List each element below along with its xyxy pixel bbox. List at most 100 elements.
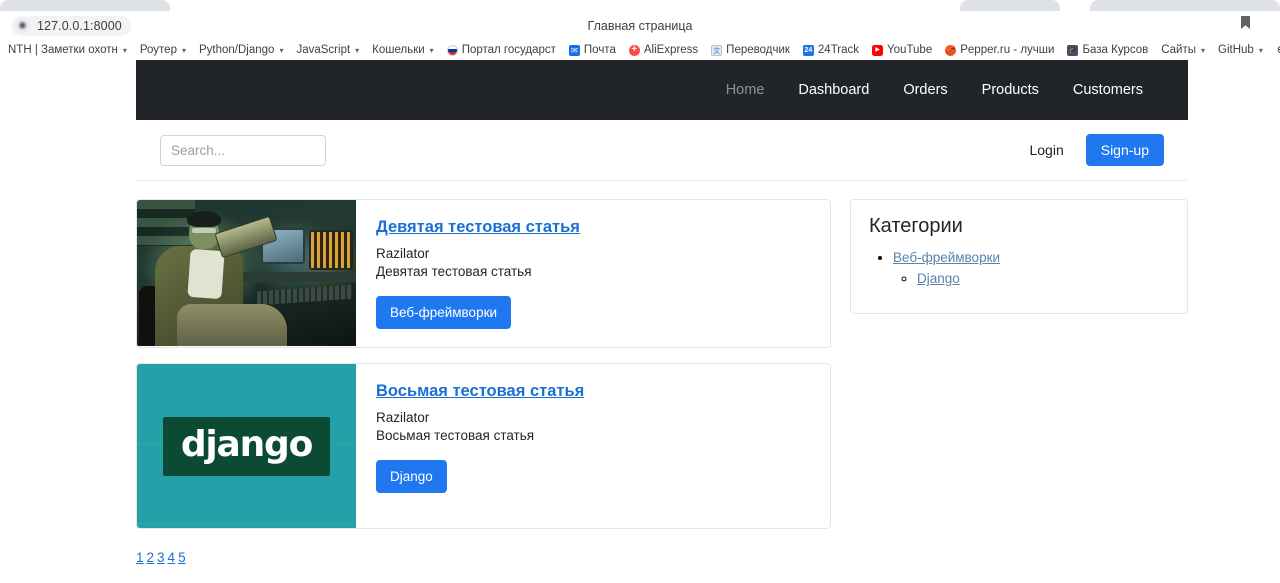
article-title-link[interactable]: Девятая тестовая статья [376,218,580,237]
chevron-down-icon[interactable]: ▾ [355,46,359,55]
bookmark-label: JavaScript [296,44,351,56]
nav-link-products[interactable]: Products [965,74,1056,106]
bookmark-label: Сайты [1161,44,1197,56]
hacker-photo-icon [137,200,356,346]
signup-button[interactable]: Sign-up [1085,134,1164,166]
article-excerpt: Девятая тестовая статья [376,264,532,279]
bookmark-item[interactable]: Сайты ▾ [1161,44,1205,56]
bookmark-item[interactable]: Pepper.ru - лучши [945,44,1054,56]
bookmark-label: Pepper.ru - лучши [960,44,1055,56]
browser-tab[interactable] [960,0,1060,11]
article-thumbnail[interactable] [137,200,356,346]
fav-ali-icon [628,44,640,56]
article-card[interactable]: Девятая тестовая статья Razilator Девята… [136,199,831,348]
pagination-page-1[interactable]: 1 [136,550,144,565]
bookmark-item[interactable]: Cust [1275,44,1280,56]
category-link[interactable]: Веб-фреймворки [893,250,1000,265]
bookmark-item[interactable]: AliExpress [628,44,699,56]
page-title: Главная страница [587,18,693,33]
bookmark-label: AliExpress [643,44,699,56]
nav-link-customers[interactable]: Customers [1056,74,1160,106]
bookmark-item[interactable]: Переводчик [711,44,790,56]
chevron-down-icon[interactable]: ▾ [1259,46,1263,55]
category-sublist: Django [917,270,1169,288]
bookmark-item[interactable]: NTH | Заметки охотн ▾ [8,44,127,56]
fav-pepper-icon [945,44,957,56]
globe-icon: ◉ [15,18,30,33]
article-tag-button[interactable]: Django [376,460,447,493]
bookmark-item[interactable]: Почта [568,44,616,56]
chevron-down-icon[interactable]: ▾ [1201,46,1205,55]
article-title-link[interactable]: Восьмая тестовая статья [376,382,584,401]
list-item: Веб-фреймворки Django [893,249,1169,288]
bookmark-label: Роутер [139,44,177,56]
article-card[interactable]: django Восьмая тестовая статья Razilator… [136,363,831,529]
subcategory-link[interactable]: Django [917,271,960,286]
nav-link-dashboard[interactable]: Dashboard [781,74,886,106]
nav-link-orders[interactable]: Orders [886,74,964,106]
fav-24-icon: 24 [802,44,814,56]
bookmarks-bar: NTH | Заметки охотн ▾ Роутер ▾ Python/Django… [0,40,1280,60]
bookmark-item[interactable]: Роутер ▾ [140,44,186,56]
address-bar[interactable]: ◉ 127.0.0.1:8000 [11,15,131,36]
bookmark-label: Python/Django [199,44,275,56]
pagination-page-4[interactable]: 4 [168,550,176,565]
django-wordmark: django [180,423,314,465]
bookmark-label: 24Track [817,44,860,56]
site-navbar: Home Dashboard Orders Products Customers [136,60,1188,120]
article-tag-button[interactable]: Веб-фреймворки [376,296,512,329]
article-author: Razilator [376,410,430,425]
address-bar-url: 127.0.0.1:8000 [37,18,122,33]
chevron-down-icon[interactable]: ▾ [430,46,434,55]
chevron-down-icon[interactable]: ▾ [182,46,186,55]
bookmark-item[interactable]: JavaScript ▾ [296,44,359,56]
bookmark-icon[interactable] [1240,16,1251,30]
search-auth-row: Login Sign-up [136,120,1188,181]
login-button[interactable]: Login [1015,135,1078,165]
search-input[interactable] [160,134,326,166]
nav-links: Home Dashboard Orders Products Customers [709,74,1160,106]
list-item: Django [917,270,1169,288]
fav-ru-icon [446,44,458,56]
bookmark-label: Переводчик [726,44,790,56]
bookmark-item[interactable]: Кошельки ▾ [372,44,434,56]
article-author: Razilator [376,246,430,261]
fav-trans-icon [711,44,723,56]
article-body: Восьмая тестовая статья Razilator Восьма… [356,364,830,528]
bookmark-item[interactable]: Портал государст [446,44,556,56]
pagination: 12345 [136,544,831,567]
bookmark-label: Почта [583,44,616,56]
fav-yt-icon [872,44,884,56]
page-container: HomeDashboardOrdersProductsCustomers Log… [136,60,1188,567]
bookmark-item[interactable]: YouTube [872,44,932,56]
bookmark-label: NTH | Заметки охотн [8,44,118,56]
article-body: Девятая тестовая статья Razilator Девята… [356,200,830,347]
browser-toolbar: ◉ 127.0.0.1:8000 Главная страница [0,11,1280,40]
bookmark-item[interactable]: Python/Django ▾ [199,44,283,56]
categories-title: Категории [869,215,963,237]
fav-mail-icon [568,44,580,56]
sidebar-column: Категории Веб-фреймворки Django [850,199,1188,567]
chevron-down-icon[interactable]: ▾ [279,46,283,55]
nav-link-home[interactable]: Home [709,74,782,106]
pagination-page-2[interactable]: 2 [147,550,155,565]
article-thumbnail[interactable]: django [137,364,356,528]
bookmark-item[interactable]: GitHub ▾ [1218,44,1263,56]
browser-tab[interactable] [1090,0,1280,11]
content-row: Девятая тестовая статья Razilator Девята… [136,181,1188,567]
chevron-down-icon[interactable]: ▾ [123,46,127,55]
page-viewport: HomeDashboardOrdersProductsCustomers Log… [0,60,1280,583]
bookmark-item[interactable]: База Курсов [1067,44,1148,56]
articles-column: Девятая тестовая статья Razilator Девята… [136,199,831,567]
bookmark-label: YouTube [887,44,933,56]
pagination-page-5[interactable]: 5 [178,550,186,565]
bookmark-item[interactable]: 24 24Track [802,44,860,56]
tab-strip [0,0,1280,11]
bookmark-label: Кошельки [372,44,425,56]
auth-buttons: Login Sign-up [1015,134,1164,166]
django-logo-icon: django [137,364,356,528]
pagination-page-3[interactable]: 3 [157,550,165,565]
browser-tab[interactable] [0,0,170,11]
bookmark-label: База Курсов [1082,44,1149,56]
article-excerpt: Восьмая тестовая статья [376,428,535,443]
